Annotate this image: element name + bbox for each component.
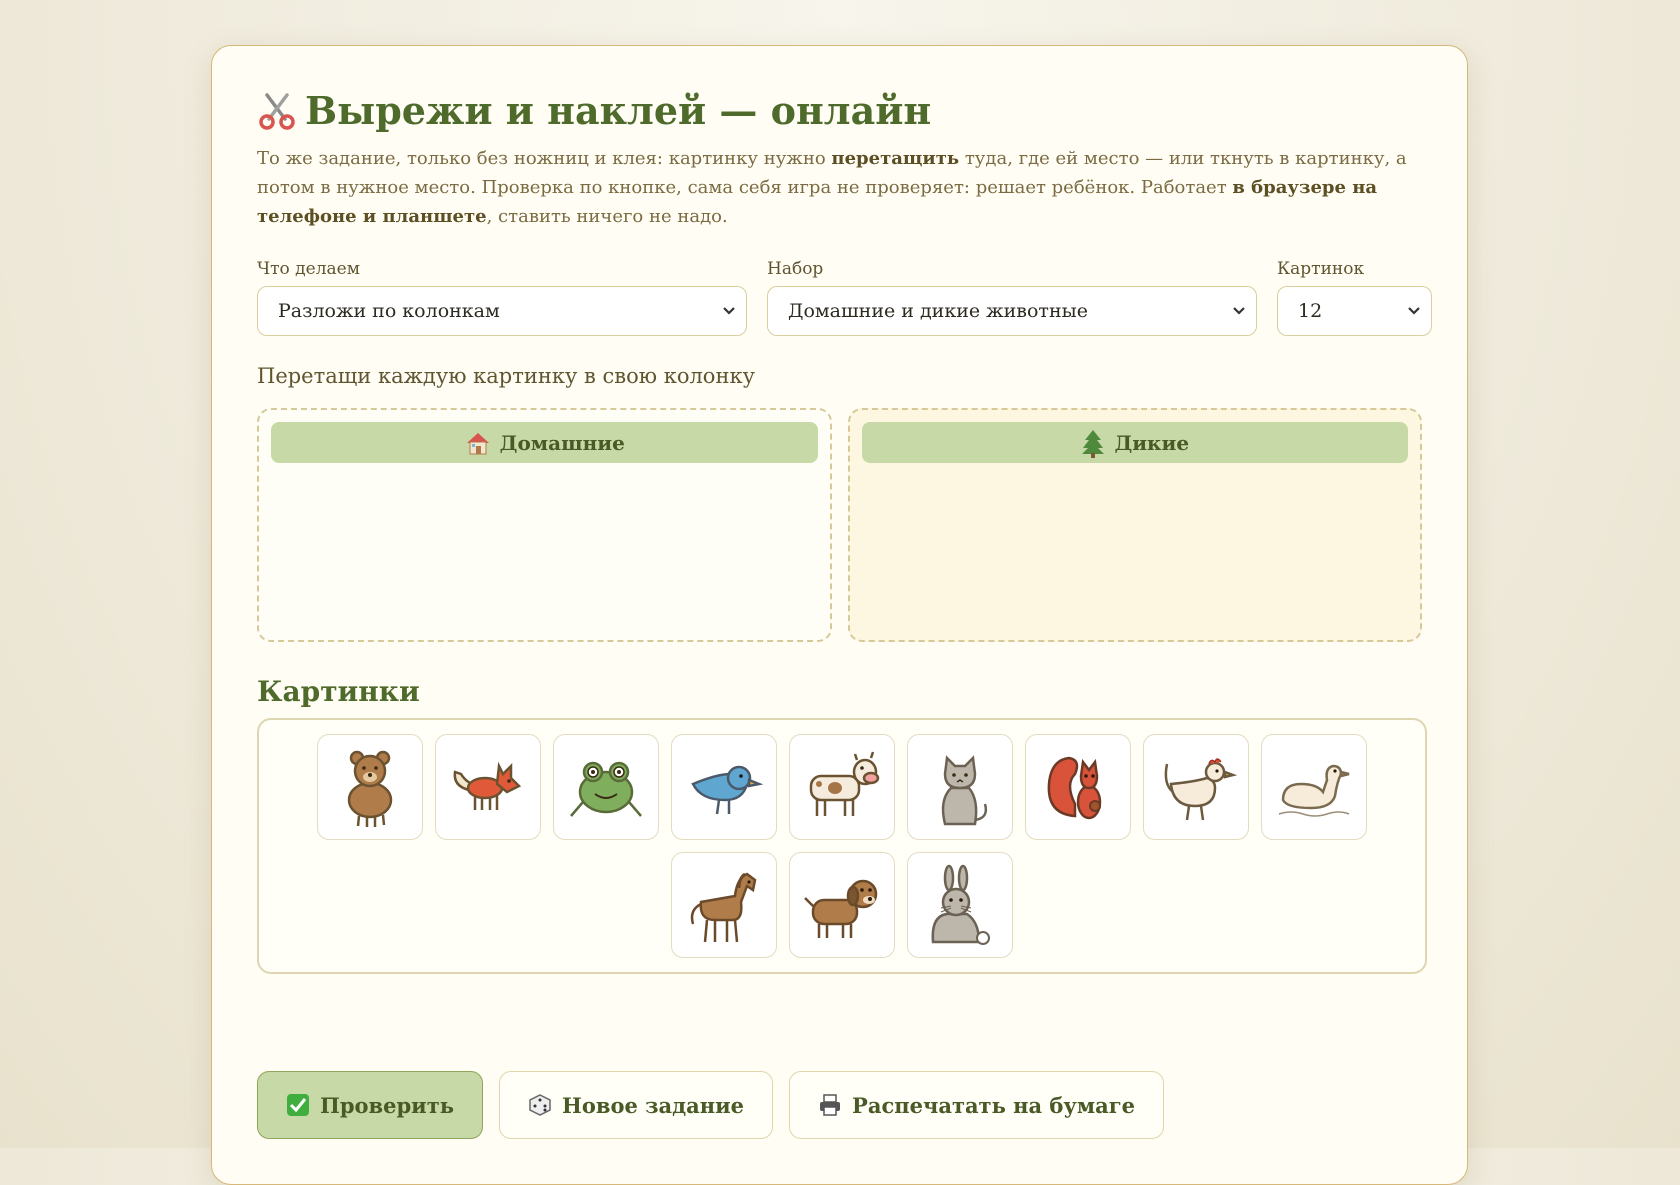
house-icon — [466, 432, 489, 454]
card-fox[interactable] — [435, 734, 541, 840]
hen-icon — [1164, 758, 1238, 821]
card-dog[interactable] — [789, 852, 895, 958]
mode-label: Что делаем — [257, 259, 360, 279]
fox-icon — [453, 761, 522, 810]
chevron-down-icon — [1233, 307, 1245, 315]
page-title-text: Вырежи и наклей — онлайн — [305, 88, 932, 133]
column-header-domestic: Домашние — [271, 422, 818, 463]
horse-icon — [690, 872, 757, 943]
count-select[interactable]: 12 — [1277, 286, 1432, 336]
count-control: Картинок 12 — [1277, 259, 1432, 336]
set-label: Набор — [767, 259, 824, 279]
card-duck[interactable] — [1261, 734, 1367, 840]
picture-pool — [257, 718, 1427, 974]
set-control: Набор Домашние и дикие животные — [767, 259, 1257, 336]
dog-icon — [804, 879, 878, 938]
drop-column-domestic[interactable]: Домашние — [257, 408, 832, 642]
new-task-button[interactable]: Новое задание — [499, 1071, 774, 1139]
card-horse[interactable] — [671, 852, 777, 958]
duck-icon — [1278, 764, 1350, 817]
page-title: Вырежи и наклей — онлайн — [257, 86, 1422, 136]
pool-title: Картинки — [257, 675, 420, 708]
chevron-down-icon — [723, 307, 735, 315]
scissors-icon — [259, 93, 295, 130]
count-label: Картинок — [1277, 259, 1365, 279]
rabbit-icon — [931, 864, 990, 945]
check-icon — [287, 1094, 309, 1116]
card-rabbit[interactable] — [907, 852, 1013, 958]
bear-icon — [347, 750, 393, 827]
squirrel-icon — [1047, 756, 1102, 820]
card-cow[interactable] — [789, 734, 895, 840]
print-button[interactable]: Распечатать на бумаге — [789, 1071, 1164, 1139]
card-bear[interactable] — [317, 734, 423, 840]
intro-text: То же задание, только без ножниц и клея:… — [257, 148, 1407, 227]
printer-icon — [820, 1094, 841, 1116]
card-frog[interactable] — [553, 734, 659, 840]
cat-icon — [941, 755, 988, 826]
drop-column-wild[interactable]: Дикие — [847, 408, 1422, 642]
card-squirrel[interactable] — [1025, 734, 1131, 840]
card-bird[interactable] — [671, 734, 777, 840]
mode-control: Что делаем Разложи по колонкам — [257, 259, 747, 336]
set-select[interactable]: Домашние и дикие животные — [767, 286, 1257, 336]
main-card: Вырежи и наклей — онлайн То же задание, … — [211, 45, 1468, 1185]
dice-icon — [529, 1094, 551, 1116]
bird-icon — [691, 765, 764, 815]
task-instruction: Перетащи каждую картинку в свою колонку — [257, 364, 755, 388]
chevron-down-icon — [1408, 307, 1420, 315]
drop-columns: Домашние Дикие — [257, 408, 1422, 642]
cow-icon — [809, 751, 880, 816]
controls-row: Что делаем Разложи по колонкам Набор Дом… — [257, 259, 1432, 336]
column-header-wild: Дикие — [861, 422, 1408, 463]
action-buttons: Проверить Новое задание Распечатать на б… — [257, 1071, 1164, 1139]
card-hen[interactable] — [1143, 734, 1249, 840]
check-button[interactable]: Проверить — [257, 1071, 483, 1139]
tree-icon — [1082, 429, 1105, 458]
mode-select[interactable]: Разложи по колонкам — [257, 286, 747, 336]
frog-icon — [570, 761, 642, 817]
card-cat[interactable] — [907, 734, 1013, 840]
